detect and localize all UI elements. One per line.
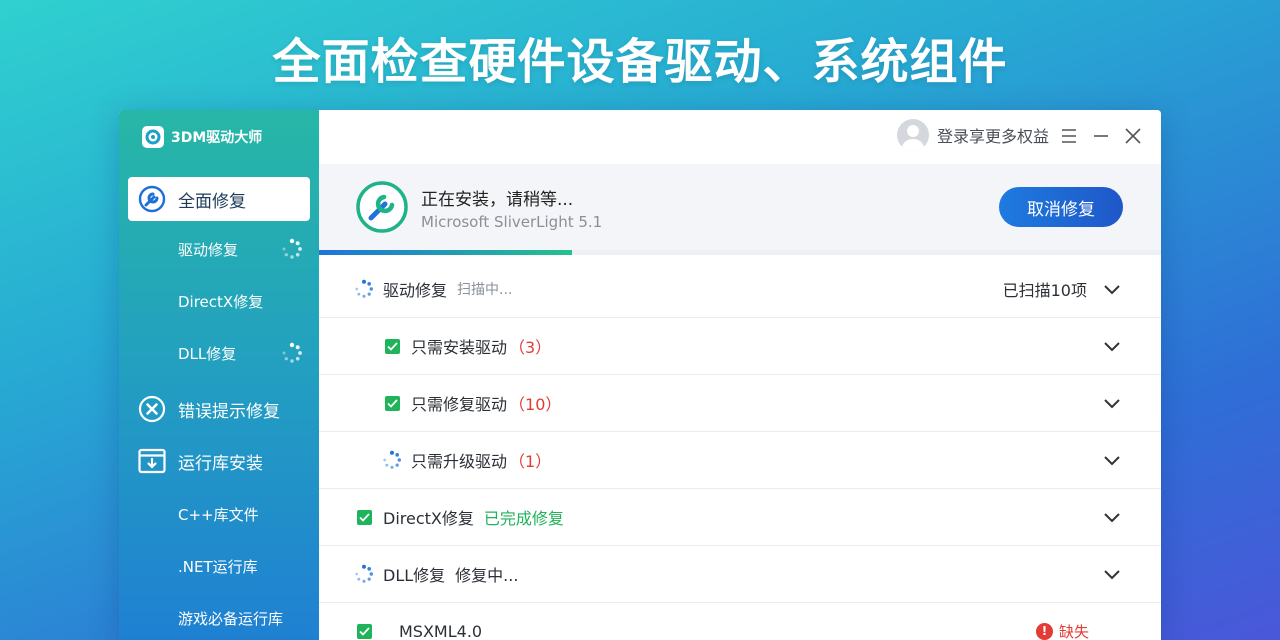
sidebar-sub-label: 驱动修复	[178, 240, 239, 259]
cancel-repair-button[interactable]: 取消修复	[999, 187, 1123, 227]
chevron-down-icon[interactable]	[1101, 392, 1123, 414]
checkbox-checked-icon	[356, 623, 372, 639]
chevron-down-icon[interactable]	[1101, 449, 1123, 471]
row-label: 只需修复驱动	[411, 395, 508, 414]
avatar	[896, 119, 929, 151]
checkbox-checked-icon	[384, 338, 400, 354]
install-status-panel: 正在安装，请稍等... Microsoft SliverLight 5.1 取消…	[319, 164, 1161, 250]
loading-spinner-icon	[381, 449, 403, 471]
sidebar-sub-dll-repair[interactable]: DLL修复	[178, 338, 303, 368]
row-done-text: 已完成修复	[483, 509, 564, 528]
install-progress-fill	[319, 250, 572, 255]
sidebar-item-label: 错误提示修复	[178, 401, 280, 422]
loading-spinner-icon	[282, 238, 302, 259]
row-label: DLL修复	[383, 566, 446, 585]
sidebar-sub-driver-repair[interactable]: 驱动修复	[178, 234, 303, 264]
login-link[interactable]: 登录享更多权益	[896, 119, 1049, 151]
close-button[interactable]	[1121, 124, 1145, 148]
install-progress-bar	[319, 250, 1161, 255]
sidebar-sub-directx-repair[interactable]: DirectX修复	[178, 286, 303, 316]
checkbox[interactable]	[381, 335, 403, 357]
list-row-msxml[interactable]: MSXML4.0 ! 缺失	[319, 603, 1161, 640]
row-label: 只需安装驱动	[411, 338, 508, 357]
sidebar-sub-label: DirectX修复	[178, 292, 264, 311]
row-count: （3）	[509, 338, 552, 357]
checkbox[interactable]	[381, 392, 403, 414]
sidebar-item-error-repair[interactable]: 错误提示修复	[128, 387, 310, 431]
row-status-text: 扫描中...	[457, 282, 513, 298]
title-bar: 登录享更多权益	[319, 110, 1161, 164]
sidebar-sub-game-runtime[interactable]: 游戏必备运行库	[178, 603, 303, 633]
chevron-down-icon[interactable]	[1101, 335, 1123, 357]
menu-icon	[1062, 129, 1076, 143]
loading-spinner-icon	[353, 563, 375, 585]
status-title: 正在安装，请稍等...	[421, 190, 574, 210]
list-row-dll-repair[interactable]: DLL修复 修复中...	[319, 546, 1161, 603]
app-name: 3DM驱动大师	[171, 130, 263, 146]
list-row-upgrade-driver[interactable]: 只需升级驱动 （1）	[319, 432, 1161, 489]
sidebar-sub-label: C++库文件	[178, 505, 259, 524]
minimize-button[interactable]	[1089, 124, 1113, 148]
sidebar-sub-label: 游戏必备运行库	[178, 609, 284, 628]
list-row-repair-driver[interactable]: 只需修复驱动 （10）	[319, 375, 1161, 432]
menu-button[interactable]	[1057, 124, 1081, 148]
sidebar-item-label: 全面修复	[178, 191, 246, 212]
row-count: （1）	[509, 452, 552, 471]
minimize-icon	[1094, 135, 1108, 137]
status-subtitle: Microsoft SliverLight 5.1	[421, 213, 603, 231]
list-row-install-driver[interactable]: 只需安装驱动 （3）	[319, 318, 1161, 375]
app-brand: 3DM驱动大师	[141, 124, 262, 150]
banner-title: 全面检查硬件设备驱动、系统组件	[272, 34, 1008, 90]
login-text: 登录享更多权益	[936, 127, 1049, 146]
sidebar-sub-label: .NET运行库	[178, 557, 258, 576]
row-label: 驱动修复	[383, 281, 448, 300]
row-count: （10）	[509, 395, 562, 414]
scan-count: 已扫描10项	[1002, 281, 1087, 300]
sidebar-sub-dotnet-runtime[interactable]: .NET运行库	[178, 551, 303, 581]
checkbox-checked-icon	[384, 395, 400, 411]
chevron-down-icon[interactable]	[1101, 278, 1123, 300]
sidebar-sub-label: DLL修复	[178, 344, 237, 363]
missing-text: 缺失	[1058, 622, 1089, 640]
wrench-repair-icon	[138, 185, 166, 213]
loading-spinner-icon	[282, 342, 302, 363]
list-row-directx-repair[interactable]: DirectX修复 已完成修复	[319, 489, 1161, 546]
list-row-driver-repair[interactable]: 驱动修复 扫描中... 已扫描10项	[319, 261, 1161, 318]
row-label: 只需升级驱动	[411, 452, 508, 471]
row-busy-text: 修复中...	[455, 566, 519, 585]
chevron-down-icon[interactable]	[1101, 506, 1123, 528]
warning-icon: !	[1035, 622, 1053, 640]
app-window: 3DM驱动大师 全面修复 驱动修复 DirectX修复 DLL修复 错误提示修复…	[119, 110, 1161, 640]
sidebar-sub-cpp-library[interactable]: C++库文件	[178, 499, 303, 529]
window-download-icon	[138, 447, 166, 475]
sidebar-item-label: 运行库安装	[178, 453, 263, 474]
close-icon	[1125, 128, 1141, 144]
missing-status: ! 缺失	[1035, 621, 1089, 640]
checkbox-checked-icon	[356, 509, 372, 525]
row-label: DirectX修复	[383, 509, 474, 528]
row-label: MSXML4.0	[399, 621, 483, 640]
sidebar: 3DM驱动大师 全面修复 驱动修复 DirectX修复 DLL修复 错误提示修复…	[119, 110, 319, 640]
repair-status-icon	[356, 181, 408, 233]
loading-spinner-icon	[353, 278, 375, 300]
checkbox[interactable]	[353, 506, 375, 528]
sidebar-item-runtime-install[interactable]: 运行库安装	[128, 439, 310, 483]
app-logo-icon	[142, 126, 164, 148]
sidebar-item-full-repair[interactable]: 全面修复	[128, 177, 310, 221]
chevron-down-icon[interactable]	[1101, 563, 1123, 585]
x-circle-icon	[138, 395, 166, 423]
checkbox[interactable]	[353, 620, 375, 640]
